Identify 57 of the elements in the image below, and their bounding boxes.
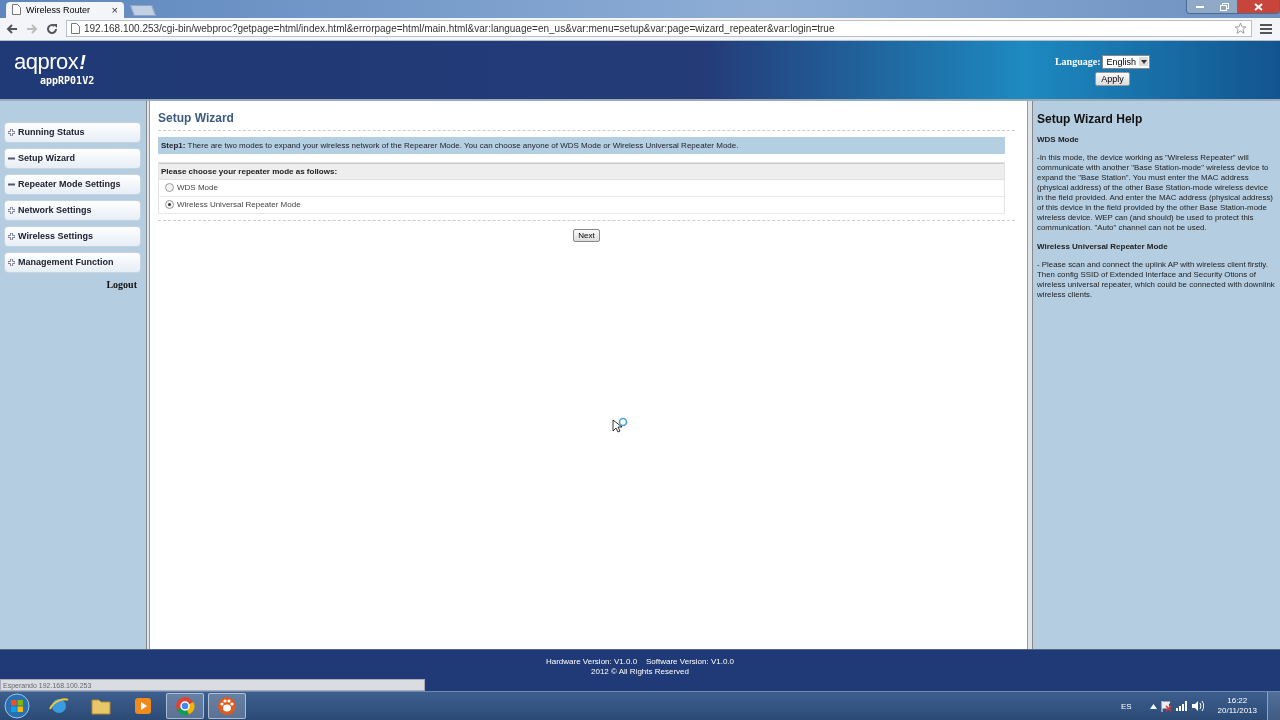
nav-item[interactable]: Network Settings bbox=[4, 199, 141, 221]
prompt-text: Please choose your repeater mode as follows: bbox=[159, 162, 1004, 180]
help-title: Setup Wizard Help bbox=[1037, 111, 1144, 126]
start-button[interactable] bbox=[4, 693, 30, 719]
nav-item[interactable]: Setup Wizard bbox=[4, 147, 141, 169]
next-button[interactable]: Next bbox=[573, 228, 600, 242]
menu-icon[interactable] bbox=[1260, 23, 1272, 34]
folder-icon bbox=[91, 697, 111, 715]
step-description: Step1: There are two modes to expand your wireless network of the Repearer Mode. You can choose anyone of WDS Mode or Wireless Universal Repeater Mode. bbox=[158, 136, 1005, 154]
close-button[interactable] bbox=[1237, 0, 1279, 13]
radio-button[interactable] bbox=[165, 200, 174, 210]
back-icon[interactable] bbox=[6, 22, 18, 35]
taskbar-button[interactable] bbox=[166, 693, 204, 719]
minimize-icon bbox=[1195, 5, 1204, 8]
restore-icon bbox=[1220, 2, 1229, 11]
star-icon[interactable] bbox=[1234, 22, 1247, 36]
nav-item[interactable]: Repeater Mode Settings bbox=[4, 173, 141, 195]
taskbar-button[interactable] bbox=[208, 693, 246, 719]
busy-cursor-icon bbox=[612, 416, 628, 434]
help-heading: WDS Mode bbox=[1037, 134, 1080, 144]
clock-date: 20/11/2013 bbox=[1217, 706, 1257, 716]
browser-icon bbox=[175, 696, 195, 716]
apply-button[interactable]: Apply bbox=[1095, 71, 1130, 86]
tab-title: Wireless Router bbox=[26, 4, 91, 15]
close-tab-button[interactable]: × bbox=[111, 3, 118, 16]
close-icon bbox=[1253, 2, 1263, 11]
nav-item[interactable]: Wireless Settings bbox=[4, 225, 141, 247]
show-desktop-button[interactable] bbox=[1267, 692, 1280, 720]
brand-logo: aqprox! bbox=[14, 50, 87, 73]
address-bar[interactable]: 192.168.100.253/cgi-bin/webproc?getpage=html/index.html&errorpage=html/main.html&var:language=en_us&var:menu=setup&var:page=wizard_repeater&var:login=true bbox=[66, 20, 1252, 38]
speaker-icon[interactable] bbox=[1191, 701, 1204, 711]
dropdown-icon bbox=[1140, 59, 1147, 64]
radio-button[interactable] bbox=[165, 183, 174, 193]
help-heading: Wireless Universal Repeater Mode bbox=[1037, 241, 1169, 251]
play-icon bbox=[134, 697, 152, 715]
browser-tab[interactable]: Wireless Router × bbox=[6, 1, 124, 18]
option-label: Wireless Universal Repeater Mode bbox=[177, 200, 301, 210]
reload-icon[interactable] bbox=[46, 22, 58, 35]
option-label: WDS Mode bbox=[177, 183, 218, 193]
language-select[interactable]: English bbox=[1102, 54, 1150, 69]
signal-icon[interactable] bbox=[1175, 701, 1188, 711]
logout-link[interactable]: Logout bbox=[106, 278, 137, 290]
nav-item[interactable]: Management Function bbox=[4, 251, 141, 273]
page-title: Setup Wizard bbox=[158, 110, 1015, 131]
nav-item[interactable]: Running Status bbox=[4, 121, 141, 143]
clock-time: 16:22 bbox=[1227, 696, 1248, 706]
language-indicator[interactable]: ES bbox=[1120, 701, 1132, 711]
paw-icon bbox=[217, 696, 237, 716]
footer-text: Hardware Version: V1.0.0 Software Version: V1.0.0 bbox=[545, 657, 735, 668]
globe-icon bbox=[49, 696, 69, 716]
language-label: Language: bbox=[1054, 56, 1101, 68]
page-icon bbox=[12, 4, 21, 16]
page-icon bbox=[71, 23, 80, 35]
flag-icon[interactable] bbox=[1160, 700, 1172, 712]
footer-text: 2012 © All Rights Reserved bbox=[591, 667, 689, 678]
model-name: appRP01V2 bbox=[40, 74, 95, 86]
caret-icon[interactable] bbox=[1149, 703, 1157, 709]
